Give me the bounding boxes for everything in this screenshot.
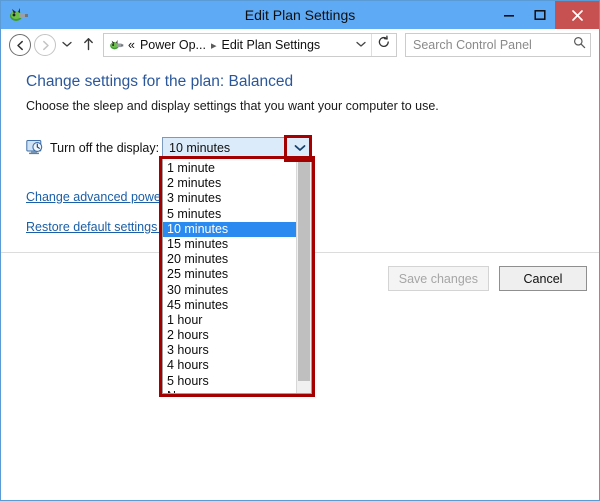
save-changes-button[interactable]: Save changes bbox=[387, 266, 489, 291]
maximize-icon bbox=[533, 10, 546, 20]
forward-arrow-icon bbox=[42, 40, 49, 50]
dropdown-option[interactable]: Never bbox=[163, 389, 296, 393]
title-bar: Edit Plan Settings bbox=[1, 1, 599, 29]
edit-plan-settings-window: Edit Plan Settings « Power Op... ▸ Edit … bbox=[0, 0, 600, 501]
chevron-down-icon bbox=[356, 41, 366, 47]
dropdown-scrollbar-thumb[interactable] bbox=[298, 159, 310, 381]
dropdown-option-selected[interactable]: 10 minutes bbox=[163, 221, 296, 237]
breadcrumb-item-power-options[interactable]: Power Op... bbox=[140, 38, 206, 52]
page-title: Change settings for the plan: Balanced bbox=[26, 73, 294, 90]
dropdown-option[interactable]: 25 minutes bbox=[163, 267, 296, 282]
turn-off-display-label: Turn off the display: bbox=[50, 140, 160, 155]
close-icon bbox=[571, 9, 583, 21]
display-clock-icon bbox=[26, 139, 43, 156]
content-area: Change settings for the plan: Balanced C… bbox=[1, 61, 599, 500]
dropdown-option[interactable]: 1 hour bbox=[163, 313, 296, 328]
dropdown-option[interactable]: 20 minutes bbox=[163, 252, 296, 267]
turn-off-display-dropdown-list[interactable]: 1 minute 2 minutes 3 minutes 5 minutes 1… bbox=[162, 159, 312, 394]
refresh-icon bbox=[378, 35, 389, 48]
search-icon bbox=[568, 36, 590, 54]
breadcrumb-prefix: « bbox=[128, 38, 135, 52]
chevron-down-icon bbox=[62, 41, 72, 47]
breadcrumb-item-edit-plan-settings[interactable]: Edit Plan Settings bbox=[221, 38, 320, 52]
dropdown-option[interactable]: 30 minutes bbox=[163, 283, 296, 298]
footer-buttons: Save changes Cancel bbox=[387, 266, 587, 291]
back-arrow-icon bbox=[16, 40, 23, 50]
power-plug-icon bbox=[7, 4, 29, 26]
search-box[interactable]: Search Control Panel bbox=[405, 33, 591, 57]
dropdown-option[interactable]: 5 hours bbox=[163, 374, 296, 389]
dropdown-option[interactable]: 3 minutes bbox=[163, 191, 296, 206]
back-button[interactable] bbox=[9, 34, 31, 56]
chevron-down-icon bbox=[294, 145, 306, 151]
breadcrumb: « Power Op... ▸ Edit Plan Settings bbox=[128, 38, 351, 52]
dropdown-option[interactable]: 2 hours bbox=[163, 328, 296, 343]
navigation-bar: « Power Op... ▸ Edit Plan Settings Searc… bbox=[1, 29, 599, 61]
dropdown-option[interactable]: 15 minutes bbox=[163, 237, 296, 252]
forward-button[interactable] bbox=[34, 34, 56, 56]
page-subtitle: Choose the sleep and display settings th… bbox=[26, 99, 439, 113]
up-button[interactable] bbox=[79, 37, 97, 54]
dropdown-option[interactable]: 5 minutes bbox=[163, 207, 296, 222]
dropdown-options: 1 minute 2 minutes 3 minutes 5 minutes 1… bbox=[163, 159, 296, 393]
combobox-value: 10 minutes bbox=[169, 141, 231, 155]
close-button[interactable] bbox=[555, 1, 599, 29]
dropdown-option[interactable]: 45 minutes bbox=[163, 298, 296, 313]
turn-off-display-row: Turn off the display: bbox=[26, 139, 159, 156]
refresh-button[interactable] bbox=[371, 34, 396, 56]
window-controls bbox=[493, 1, 599, 29]
dropdown-option[interactable]: 3 hours bbox=[163, 343, 296, 358]
combobox-arrow-button[interactable] bbox=[289, 138, 311, 158]
dropdown-scrollbar[interactable] bbox=[296, 159, 311, 393]
history-dropdown-button[interactable] bbox=[59, 40, 75, 50]
dropdown-option[interactable]: 1 minute bbox=[163, 161, 296, 176]
maximize-button[interactable] bbox=[524, 1, 555, 29]
search-input[interactable]: Search Control Panel bbox=[406, 38, 568, 52]
address-dropdown-button[interactable] bbox=[351, 40, 371, 51]
dropdown-option[interactable]: 2 minutes bbox=[163, 176, 296, 191]
up-arrow-icon bbox=[83, 37, 93, 50]
dropdown-option[interactable]: 4 hours bbox=[163, 358, 296, 373]
minimize-button[interactable] bbox=[493, 1, 524, 29]
cancel-button[interactable]: Cancel bbox=[499, 266, 587, 291]
minimize-icon bbox=[503, 15, 514, 17]
address-bar[interactable]: « Power Op... ▸ Edit Plan Settings bbox=[103, 33, 397, 57]
breadcrumb-separator-icon: ▸ bbox=[210, 39, 217, 52]
power-plug-icon bbox=[108, 37, 124, 53]
